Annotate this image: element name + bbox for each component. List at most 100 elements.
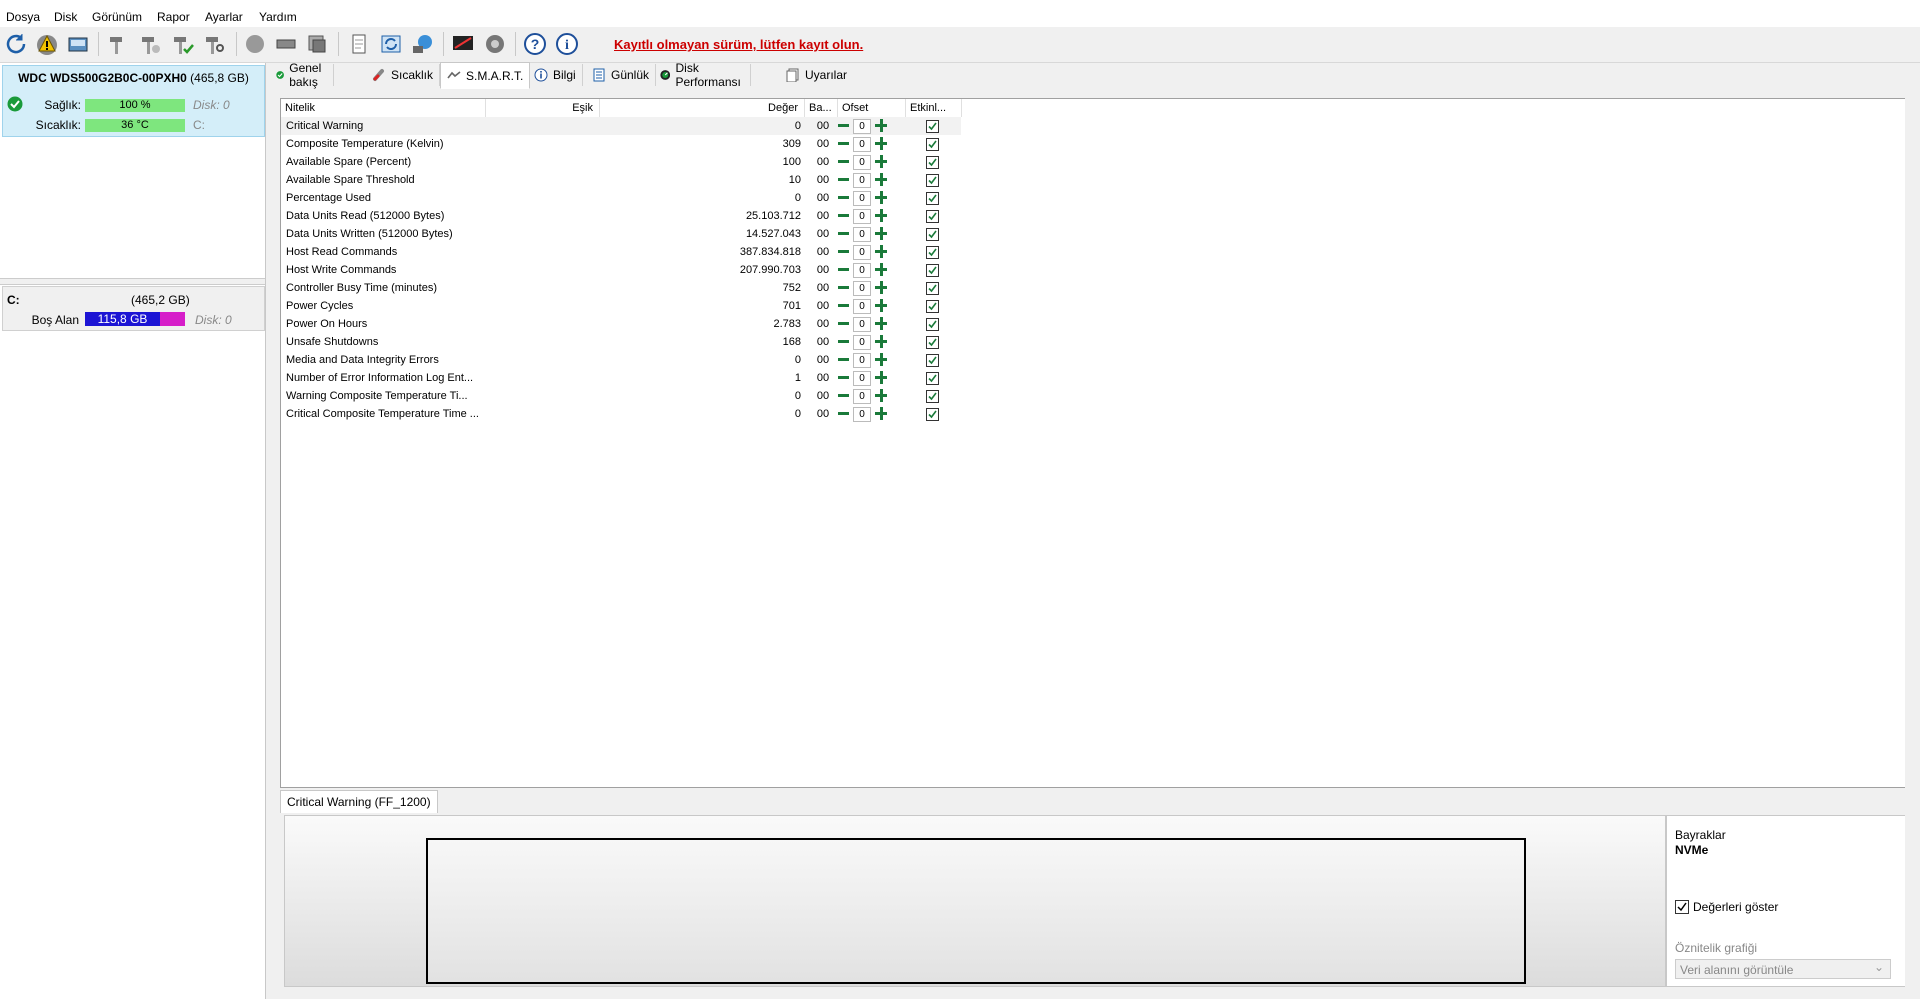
plus-icon[interactable] [875, 155, 887, 168]
offset-value[interactable]: 0 [853, 389, 871, 404]
plus-icon[interactable] [875, 245, 887, 258]
tab-info[interactable]: Bilgi [528, 64, 583, 86]
hammer-check-button[interactable] [170, 31, 196, 57]
offset-value[interactable]: 0 [853, 335, 871, 350]
offset-value[interactable]: 0 [853, 371, 871, 386]
document-button[interactable] [346, 31, 372, 57]
table-row[interactable]: Power Cycles 701 00 0 [281, 297, 961, 315]
enabled-checkbox[interactable] [926, 156, 939, 169]
offset-value[interactable]: 0 [853, 191, 871, 206]
sync-button[interactable] [378, 31, 404, 57]
enabled-checkbox[interactable] [926, 264, 939, 277]
table-row[interactable]: Available Spare Threshold 10 00 0 [281, 171, 961, 189]
tab-alerts[interactable]: Uyarılar [780, 64, 853, 86]
menu-disk[interactable]: Disk [54, 10, 77, 24]
show-values-label[interactable]: Değerleri göster [1693, 900, 1778, 914]
minus-icon[interactable] [838, 322, 849, 325]
minus-icon[interactable] [838, 250, 849, 253]
minus-icon[interactable] [838, 232, 849, 235]
minus-icon[interactable] [838, 358, 849, 361]
panel-separator[interactable] [0, 278, 265, 285]
tab-overview[interactable]: Genel bakış [270, 61, 335, 89]
enabled-checkbox[interactable] [926, 336, 939, 349]
header-attribute[interactable]: Nitelik [281, 99, 486, 117]
menu-gorunum[interactable]: Görünüm [92, 10, 142, 24]
table-row[interactable]: Data Units Read (512000 Bytes) 25.103.712… [281, 207, 961, 225]
plus-icon[interactable] [875, 173, 887, 186]
minus-icon[interactable] [838, 142, 849, 145]
table-row[interactable]: Controller Busy Time (minutes) 752 00 0 [281, 279, 961, 297]
table-row[interactable]: Critical Warning 0 00 0 [281, 117, 961, 135]
table-row[interactable]: Number of Error Information Log Ent... 1 0… [281, 369, 961, 387]
enabled-checkbox[interactable] [926, 228, 939, 241]
enabled-checkbox[interactable] [926, 210, 939, 223]
help-button[interactable]: ? [522, 31, 548, 57]
menu-yardim[interactable]: Yardım [259, 10, 297, 24]
header-ba[interactable]: Ba... [805, 99, 838, 117]
hammer-button[interactable] [106, 31, 132, 57]
health-warning-button[interactable] [34, 31, 60, 57]
disk-gray-button[interactable] [242, 31, 268, 57]
minus-icon[interactable] [838, 340, 849, 343]
show-values-checkbox[interactable] [1675, 900, 1689, 914]
tab-log[interactable]: Günlük [586, 64, 657, 86]
minus-icon[interactable] [838, 160, 849, 163]
plus-icon[interactable] [875, 371, 887, 384]
offset-value[interactable]: 0 [853, 281, 871, 296]
hammer-disk-button[interactable] [138, 31, 164, 57]
enabled-checkbox[interactable] [926, 300, 939, 313]
table-row[interactable]: Warning Composite Temperature Ti... 0 00 0 [281, 387, 961, 405]
plus-icon[interactable] [875, 299, 887, 312]
offset-value[interactable]: 0 [853, 299, 871, 314]
menu-ayarlar[interactable]: Ayarlar [205, 10, 243, 24]
header-value[interactable]: Değer [600, 99, 805, 117]
enabled-checkbox[interactable] [926, 246, 939, 259]
disk-info-button[interactable] [65, 31, 91, 57]
header-offset[interactable]: Ofset [838, 99, 906, 117]
enabled-checkbox[interactable] [926, 282, 939, 295]
enabled-checkbox[interactable] [926, 192, 939, 205]
enabled-checkbox[interactable] [926, 354, 939, 367]
drive-stack-button[interactable] [304, 31, 330, 57]
minus-icon[interactable] [838, 268, 849, 271]
plus-icon[interactable] [875, 119, 887, 132]
minus-icon[interactable] [838, 394, 849, 397]
header-threshold[interactable]: Eşik [486, 99, 600, 117]
disk-card[interactable]: WDC WDS500G2B0C-00PXH0 (465,8 GB) Sağlık… [2, 65, 265, 137]
tab-attribute-graph[interactable]: Critical Warning (FF_1200) [280, 790, 438, 813]
table-row[interactable]: Unsafe Shutdowns 168 00 0 [281, 333, 961, 351]
plus-icon[interactable] [875, 137, 887, 150]
offset-value[interactable]: 0 [853, 209, 871, 224]
plus-icon[interactable] [875, 209, 887, 222]
table-row[interactable]: Available Spare (Percent) 100 00 0 [281, 153, 961, 171]
monitor-button[interactable] [450, 31, 476, 57]
table-row[interactable]: Host Read Commands 387.834.818 00 0 [281, 243, 961, 261]
menu-dosya[interactable]: Dosya [6, 10, 40, 24]
plus-icon[interactable] [875, 317, 887, 330]
tab-disk-performance[interactable]: Disk Performansı [654, 61, 752, 89]
plus-icon[interactable] [875, 281, 887, 294]
enabled-checkbox[interactable] [926, 138, 939, 151]
refresh-button[interactable] [3, 31, 29, 57]
plus-icon[interactable] [875, 407, 887, 420]
offset-value[interactable]: 0 [853, 137, 871, 152]
enabled-checkbox[interactable] [926, 372, 939, 385]
enabled-checkbox[interactable] [926, 120, 939, 133]
minus-icon[interactable] [838, 376, 849, 379]
speaker-button[interactable] [482, 31, 508, 57]
offset-value[interactable]: 0 [853, 407, 871, 422]
hammer-search-button[interactable] [202, 31, 228, 57]
graph-type-dropdown[interactable]: Veri alanını görüntüle [1675, 957, 1891, 979]
tab-smart[interactable]: S.M.A.R.T. [440, 62, 531, 89]
minus-icon[interactable] [838, 304, 849, 307]
header-enabled[interactable]: Etkinl... [906, 99, 962, 117]
menu-rapor[interactable]: Rapor [157, 10, 190, 24]
volume-card[interactable]: C: (465,2 GB) Boş Alan 115,8 GB Disk: 0 [2, 286, 265, 331]
minus-icon[interactable] [838, 286, 849, 289]
plus-icon[interactable] [875, 227, 887, 240]
plus-icon[interactable] [875, 353, 887, 366]
table-row[interactable]: Host Write Commands 207.990.703 00 0 [281, 261, 961, 279]
minus-icon[interactable] [838, 124, 849, 127]
minus-icon[interactable] [838, 196, 849, 199]
enabled-checkbox[interactable] [926, 318, 939, 331]
